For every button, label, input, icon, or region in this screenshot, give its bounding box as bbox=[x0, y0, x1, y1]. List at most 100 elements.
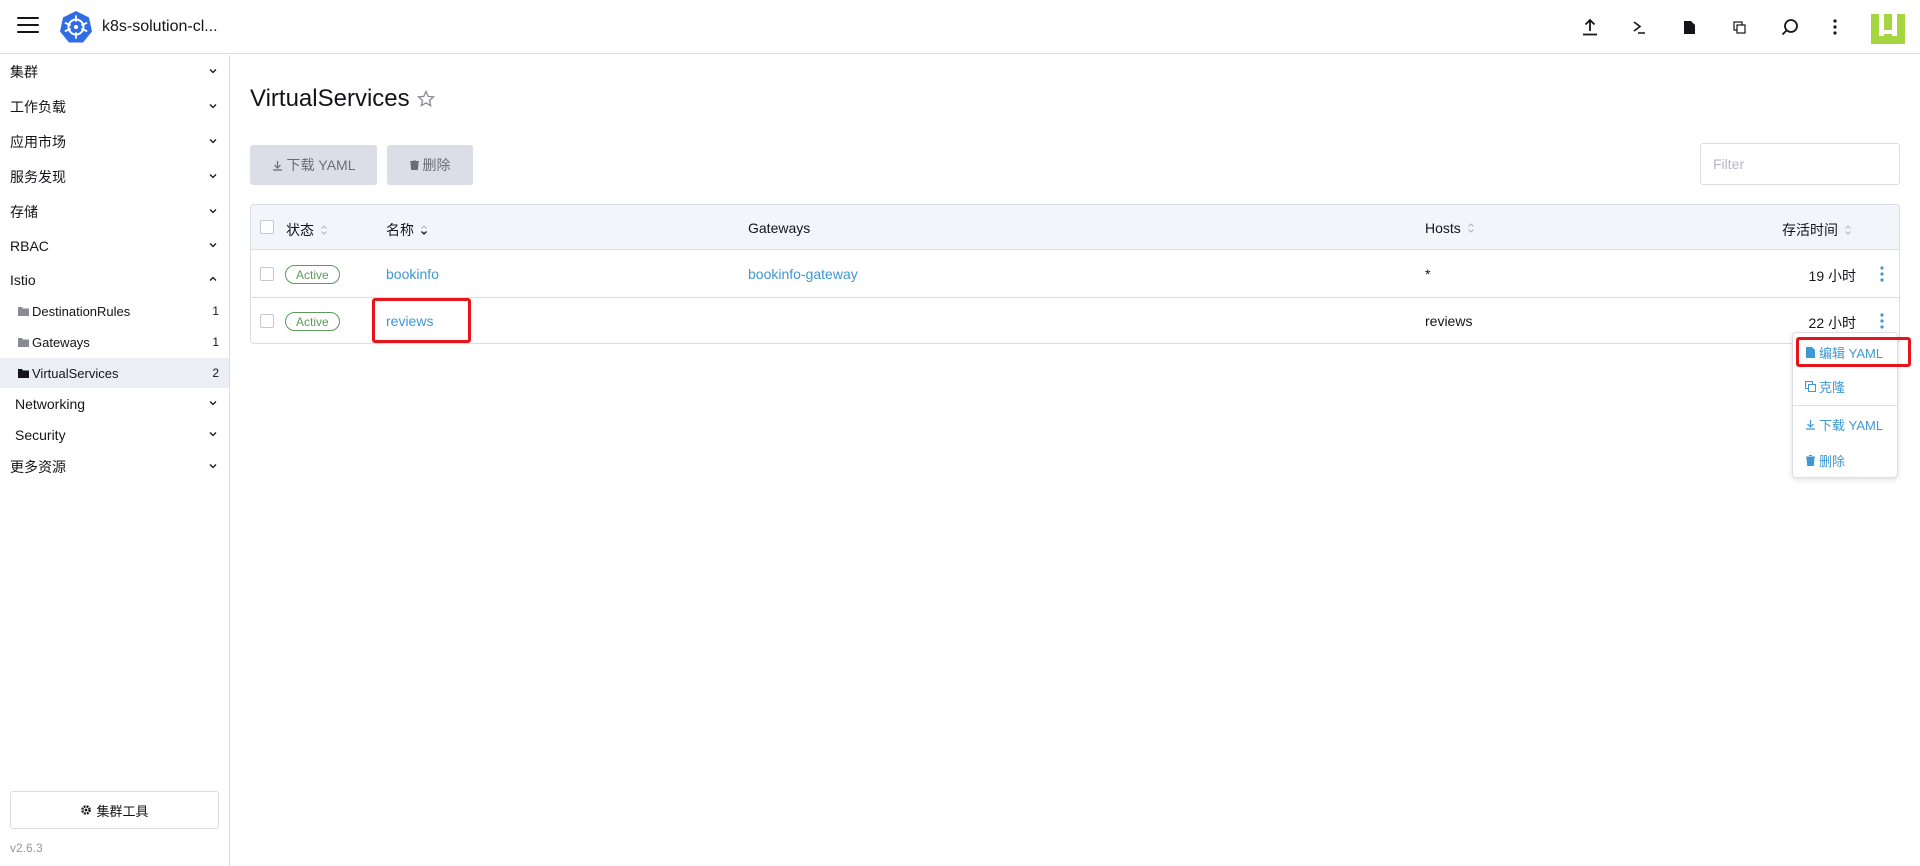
sort-icon bbox=[321, 225, 327, 235]
nav-group-label: Istio bbox=[10, 272, 36, 288]
nav-group-istio[interactable]: Istio bbox=[0, 265, 229, 295]
nav-group-networking[interactable]: Networking bbox=[0, 389, 229, 419]
column-header-label: 名称 bbox=[386, 222, 414, 238]
main-content: VirtualServices 下载 YAML 删除 状态 名称 Gateway… bbox=[231, 55, 1920, 866]
status-badge: Active bbox=[285, 265, 340, 284]
nav-group-apps[interactable]: 应用市场 bbox=[0, 127, 229, 157]
trash-icon bbox=[1806, 454, 1815, 466]
star-icon[interactable] bbox=[416, 89, 436, 109]
file-icon[interactable] bbox=[1676, 14, 1702, 40]
sidebar-item-label: VirtualServices bbox=[32, 365, 119, 381]
nav-group-label: 工作负载 bbox=[10, 99, 66, 115]
menu-item-label: 删除 bbox=[1819, 453, 1846, 469]
sidebar-item-label: Gateways bbox=[32, 334, 90, 350]
folder-open-icon bbox=[18, 368, 29, 378]
row-actions-icon[interactable] bbox=[1878, 311, 1886, 331]
row-hosts: reviews bbox=[1425, 313, 1473, 329]
cluster-tools-button[interactable]: 集群工具 bbox=[10, 791, 219, 829]
delete-button[interactable]: 删除 bbox=[387, 145, 473, 185]
column-header-hosts[interactable]: Hosts bbox=[1425, 220, 1476, 236]
menu-item-clone[interactable]: 克隆 bbox=[1793, 371, 1897, 401]
folder-icon bbox=[18, 337, 29, 347]
row-hosts: * bbox=[1425, 266, 1431, 282]
column-header-state[interactable]: 状态 bbox=[286, 220, 329, 240]
sidebar: 集群 工作负载 应用市场 服务发现 存储 RBAC Istio Destinat… bbox=[0, 55, 230, 866]
nav-group-label: RBAC bbox=[10, 238, 49, 254]
nav-group-label: Security bbox=[15, 427, 66, 443]
row-actions-menu: 编辑 YAML 克隆 下载 YAML 删除 bbox=[1792, 332, 1898, 478]
folder-icon bbox=[18, 306, 29, 316]
sidebar-item-gateways[interactable]: Gateways 1 bbox=[0, 327, 229, 357]
nav-group-cluster[interactable]: 集群 bbox=[0, 57, 229, 87]
nav-group-storage[interactable]: 存储 bbox=[0, 197, 229, 227]
column-header-name[interactable]: 名称 bbox=[386, 220, 429, 240]
row-name-link[interactable]: bookinfo bbox=[386, 266, 439, 282]
copy-icon bbox=[1805, 380, 1816, 392]
status-badge: Active bbox=[285, 312, 340, 331]
download-icon bbox=[272, 160, 282, 171]
download-yaml-label: 下载 YAML bbox=[286, 157, 356, 173]
file-icon bbox=[1806, 346, 1815, 358]
column-header-age[interactable]: 存活时间 bbox=[1782, 220, 1853, 240]
kubernetes-logo bbox=[60, 11, 92, 43]
copy-icon[interactable] bbox=[1726, 14, 1752, 40]
search-icon[interactable] bbox=[1777, 14, 1803, 40]
select-all-checkbox[interactable] bbox=[260, 220, 274, 234]
nav-group-more-resources[interactable]: 更多资源 bbox=[0, 452, 229, 482]
sidebar-item-count: 1 bbox=[212, 335, 219, 349]
chevron-down-icon bbox=[209, 139, 217, 144]
menu-item-label: 下载 YAML bbox=[1819, 417, 1884, 433]
menu-item-delete[interactable]: 删除 bbox=[1793, 445, 1897, 475]
download-yaml-button[interactable]: 下载 YAML bbox=[250, 145, 377, 185]
delete-label: 删除 bbox=[422, 157, 451, 173]
nav-group-workloads[interactable]: 工作负载 bbox=[0, 92, 229, 122]
nav-group-rbac[interactable]: RBAC bbox=[0, 231, 229, 261]
chevron-down-icon bbox=[209, 174, 217, 179]
chevron-up-icon bbox=[209, 276, 217, 281]
menu-item-label: 编辑 YAML bbox=[1819, 345, 1884, 361]
column-header-label: 状态 bbox=[286, 222, 314, 238]
filter-input[interactable] bbox=[1700, 143, 1900, 185]
page-title: VirtualServices bbox=[250, 85, 410, 112]
gear-icon bbox=[81, 805, 92, 815]
chevron-down-icon bbox=[209, 104, 217, 109]
menu-item-download-yaml[interactable]: 下载 YAML bbox=[1793, 409, 1897, 439]
sidebar-item-destinationrules[interactable]: DestinationRules 1 bbox=[0, 296, 229, 326]
chevron-down-icon bbox=[209, 401, 217, 406]
download-icon bbox=[1806, 419, 1815, 430]
row-checkbox[interactable] bbox=[260, 314, 274, 328]
nav-group-label: 存储 bbox=[10, 204, 38, 220]
row-gateway-link[interactable]: bookinfo-gateway bbox=[748, 266, 858, 282]
column-header-label: Gateways bbox=[748, 220, 811, 236]
sort-down-icon bbox=[421, 225, 427, 235]
menu-item-label: 克隆 bbox=[1819, 379, 1846, 395]
chevron-down-icon bbox=[209, 209, 217, 214]
menu-item-edit-yaml[interactable]: 编辑 YAML bbox=[1793, 337, 1897, 367]
sort-icon bbox=[1845, 225, 1851, 235]
more-vert-icon[interactable] bbox=[1822, 14, 1848, 40]
nav-group-security[interactable]: Security bbox=[0, 420, 229, 450]
row-age: 22 小时 bbox=[1808, 315, 1856, 331]
upload-icon[interactable] bbox=[1577, 14, 1603, 40]
cluster-name[interactable]: k8s-solution-cl... bbox=[102, 18, 218, 36]
chevron-down-icon bbox=[209, 432, 217, 437]
row-checkbox[interactable] bbox=[260, 267, 274, 281]
avatar[interactable] bbox=[1870, 12, 1906, 46]
sidebar-item-count: 1 bbox=[212, 304, 219, 318]
row-name-link[interactable]: reviews bbox=[386, 313, 433, 329]
column-header-label: 存活时间 bbox=[1782, 222, 1838, 238]
table-header: 状态 名称 Gateways Hosts 存活时间 bbox=[251, 205, 1899, 250]
chevron-down-icon bbox=[209, 464, 217, 469]
terminal-icon[interactable] bbox=[1626, 14, 1652, 40]
table-row: Active reviews reviews 22 小时 bbox=[251, 298, 1899, 343]
sort-icon bbox=[1467, 223, 1474, 233]
menu-icon[interactable] bbox=[17, 17, 39, 35]
nav-group-label: 服务发现 bbox=[10, 169, 66, 185]
row-actions-icon[interactable] bbox=[1878, 264, 1886, 284]
sidebar-item-count: 2 bbox=[212, 366, 219, 380]
sidebar-item-label: DestinationRules bbox=[32, 303, 131, 319]
nav-group-label: 应用市场 bbox=[10, 134, 66, 150]
nav-group-service-discovery[interactable]: 服务发现 bbox=[0, 162, 229, 192]
menu-divider bbox=[1793, 405, 1897, 406]
sidebar-item-virtualservices[interactable]: VirtualServices 2 bbox=[0, 358, 229, 388]
